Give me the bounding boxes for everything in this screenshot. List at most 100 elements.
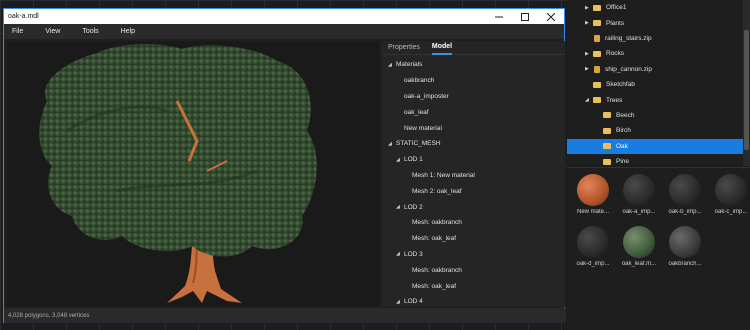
material-thumbnail[interactable]: oakbranch... xyxy=(663,226,707,267)
close-icon[interactable] xyxy=(538,9,564,24)
model-tree-item[interactable]: ◢ LOD 3 xyxy=(382,247,565,263)
model-tree-label: Mesh: oak_leaf xyxy=(412,282,457,290)
maximize-icon[interactable] xyxy=(512,9,538,24)
expand-arrow-icon[interactable]: ◢ xyxy=(396,157,404,163)
material-thumbnail[interactable]: oak-d_imp... xyxy=(571,226,615,267)
material-preview-sphere xyxy=(577,174,609,206)
model-tree-item[interactable]: ◢ Materials xyxy=(382,57,565,73)
explorer-item-label: Beech xyxy=(616,111,635,119)
expand-arrow-icon[interactable]: ◢ xyxy=(396,299,404,305)
explorer-scrollbar[interactable] xyxy=(743,0,750,166)
scrollbar-thumb[interactable] xyxy=(744,30,749,150)
expand-arrow-icon[interactable]: ◢ xyxy=(388,62,396,68)
material-thumbnail-label: oak-a_imp... xyxy=(622,209,656,215)
folder-icon xyxy=(603,158,611,165)
material-thumbnail-label: oak-b_imp... xyxy=(668,209,702,215)
collapse-arrow-icon[interactable]: ▶ xyxy=(585,51,593,57)
explorer-item-label: Sketchfab xyxy=(606,81,635,89)
explorer-item[interactable]: ◢ Trees xyxy=(567,92,750,107)
material-preview-sphere xyxy=(669,174,701,206)
menu-file[interactable]: File xyxy=(12,28,23,35)
expand-arrow-icon[interactable]: ◢ xyxy=(388,141,396,147)
tab-model[interactable]: Model xyxy=(431,41,453,55)
model-tree-label: oakbranch xyxy=(404,77,435,85)
model-tree: ◢ Materials oakbranch oak-a_imposter oak_lea… xyxy=(382,55,565,307)
explorer-item[interactable]: railing_stairs.zip xyxy=(567,31,750,46)
model-tree-label: LOD 1 xyxy=(404,156,423,164)
explorer-item[interactable]: Beech xyxy=(567,108,750,123)
explorer-item[interactable]: ▶ Rocks xyxy=(567,46,750,61)
explorer-item[interactable]: ▶ ship_cannon.zip xyxy=(567,62,750,77)
material-thumbnail-label: oak-d_imp... xyxy=(576,261,610,267)
file-explorer: ▶ Office1 ▶ Plants railing_stairs.zip ▶ Rocks ▶… xyxy=(567,0,750,166)
explorer-item-label: Pine xyxy=(616,158,630,166)
model-tree-label: Mesh 1: New material xyxy=(412,171,475,179)
tree-model-render xyxy=(39,44,317,303)
expand-arrow-icon[interactable]: ◢ xyxy=(585,97,593,103)
menu-help[interactable]: Help xyxy=(121,28,135,35)
explorer-item[interactable]: Sketchfab xyxy=(567,77,750,92)
explorer-item[interactable]: ▶ Plants xyxy=(567,15,750,30)
explorer-item[interactable]: Oak xyxy=(567,138,743,154)
folder-icon xyxy=(593,81,601,88)
explorer-item-label: Oak xyxy=(616,142,628,150)
tab-properties[interactable]: Properties xyxy=(388,41,420,55)
model-tree-item[interactable]: ◢ LOD 2 xyxy=(382,199,565,215)
material-thumbnail-label: oakbranch... xyxy=(668,261,702,267)
material-thumbnail[interactable]: oak-b_imp... xyxy=(663,174,707,215)
model-tree-label: New material xyxy=(404,124,442,132)
model-tree-item[interactable]: Mesh 2: oak_leaf xyxy=(382,183,565,199)
material-thumbnail-label: oak-c_imp... xyxy=(714,209,748,215)
collapse-arrow-icon[interactable]: ▶ xyxy=(585,66,593,72)
model-tree-item[interactable]: Mesh: oak_leaf xyxy=(382,231,565,247)
expand-arrow-icon[interactable]: ◢ xyxy=(396,204,404,210)
model-tree-item[interactable]: Mesh: oak_leaf xyxy=(382,278,565,294)
folder-icon xyxy=(603,127,611,134)
material-preview-sphere xyxy=(669,226,701,258)
model-tree-item[interactable]: oak_leaf xyxy=(382,104,565,120)
menu-view[interactable]: View xyxy=(45,28,60,35)
model-tree-item[interactable]: Mesh: oakbranch xyxy=(382,262,565,278)
model-tree-item[interactable]: Mesh 1: New material xyxy=(382,168,565,184)
material-thumbnails: New mate... oak-a_imp... oak-b_imp... oak-c… xyxy=(567,167,750,330)
folder-icon xyxy=(593,4,601,11)
material-thumbnail-label: New mate... xyxy=(576,209,609,215)
collapse-arrow-icon[interactable]: ▶ xyxy=(585,20,593,26)
model-tree-item[interactable]: oak-a_imposter xyxy=(382,89,565,105)
model-tree-item[interactable]: ◢ STATIC_MESH xyxy=(382,136,565,152)
expand-arrow-icon[interactable]: ◢ xyxy=(396,251,404,257)
model-tree-label: oak_leaf xyxy=(404,108,429,116)
minimize-icon[interactable] xyxy=(486,9,512,24)
status-text: 4,028 polygons, 3,048 vertices xyxy=(8,312,90,319)
explorer-item[interactable]: Pine xyxy=(567,154,750,166)
model-tree-item[interactable]: ◢ LOD 4 xyxy=(382,294,565,307)
collapse-arrow-icon[interactable]: ▶ xyxy=(585,5,593,11)
model-tree-label: Mesh: oakbranch xyxy=(412,266,462,274)
model-tree-item[interactable]: oakbranch xyxy=(382,73,565,89)
material-thumbnail-label: oak_leaf.m... xyxy=(621,261,657,267)
folder-icon xyxy=(593,20,601,27)
panel-tabs: Properties Model xyxy=(382,41,565,55)
model-tree-label: Mesh 2: oak_leaf xyxy=(412,187,462,195)
folder-icon xyxy=(603,112,611,119)
title-bar[interactable]: oak-a.mdl xyxy=(4,9,564,24)
model-tree-label: STATIC_MESH xyxy=(396,140,441,148)
material-thumbnail[interactable]: oak_leaf.m... xyxy=(617,226,661,267)
material-thumbnail[interactable]: New mate... xyxy=(571,174,615,215)
material-preview-sphere xyxy=(623,226,655,258)
material-thumbnail[interactable]: oak-c_imp... xyxy=(709,174,750,215)
explorer-item[interactable]: Birch xyxy=(567,123,750,138)
model-tree-item[interactable]: ◢ LOD 1 xyxy=(382,152,565,168)
model-tree-item[interactable]: New material xyxy=(382,120,565,136)
status-bar: 4,028 polygons, 3,048 vertices xyxy=(4,308,566,323)
material-preview-sphere xyxy=(715,174,747,206)
model-tree-label: LOD 3 xyxy=(404,250,423,258)
material-thumbnail[interactable]: oak-a_imp... xyxy=(617,174,661,215)
explorer-item[interactable]: ▶ Office1 xyxy=(567,0,750,15)
menu-tools[interactable]: Tools xyxy=(82,28,98,35)
model-tree-item[interactable]: Mesh: oakbranch xyxy=(382,215,565,231)
3d-viewport[interactable] xyxy=(7,41,379,306)
explorer-item-label: Office1 xyxy=(606,4,627,12)
zip-file-icon xyxy=(594,65,600,73)
folder-icon xyxy=(603,143,611,150)
